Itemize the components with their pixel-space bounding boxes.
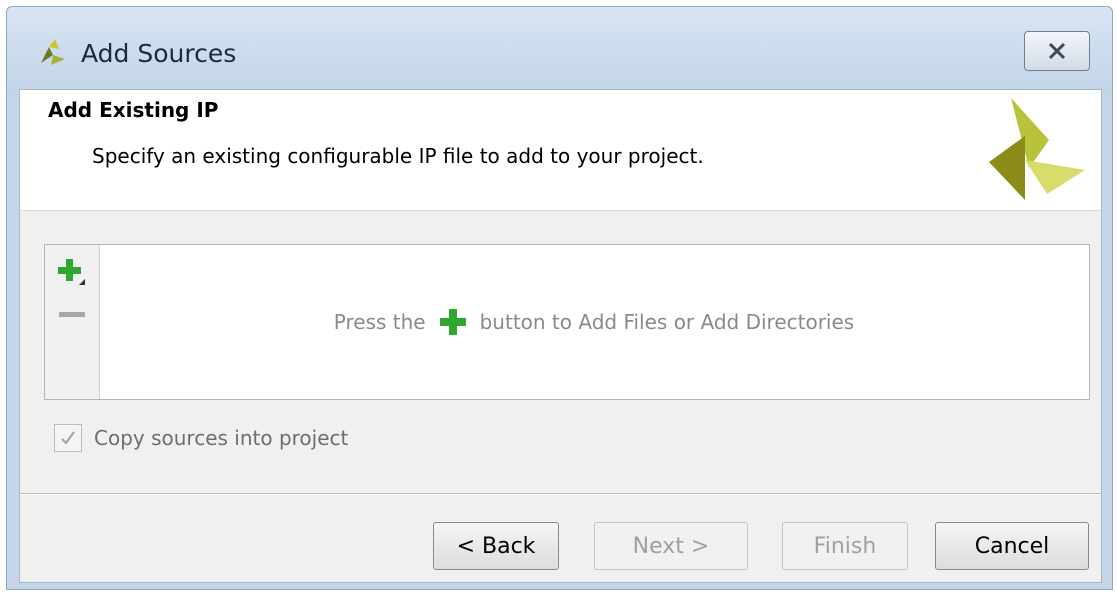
close-icon <box>1048 42 1066 60</box>
file-list-panel: Press the button to Add Files or Add Dir… <box>44 244 1090 400</box>
cancel-button[interactable]: Cancel <box>935 522 1089 570</box>
dialog-content: Add Existing IP Specify an existing conf… <box>19 89 1102 583</box>
title-bar: Add Sources <box>7 7 1112 95</box>
vivado-app-icon <box>41 39 65 65</box>
next-button[interactable]: Next > <box>594 522 748 570</box>
window-title: Add Sources <box>81 39 237 68</box>
finish-button[interactable]: Finish <box>782 522 908 570</box>
page-header: Add Existing IP Specify an existing conf… <box>20 90 1101 211</box>
copy-sources-label: Copy sources into project <box>94 426 349 450</box>
vivado-logo <box>989 98 1085 200</box>
copy-sources-checkbox[interactable] <box>54 424 82 452</box>
checkmark-icon <box>61 431 75 445</box>
close-button[interactable] <box>1024 31 1090 71</box>
plus-icon <box>439 309 466 335</box>
remove-files-button[interactable] <box>57 307 87 323</box>
page-description: Specify an existing configurable IP file… <box>92 144 704 168</box>
footer-separator <box>20 493 1101 495</box>
copy-sources-option[interactable]: Copy sources into project <box>54 424 348 452</box>
empty-list-message: Press the button to Add Files or Add Dir… <box>99 245 1089 399</box>
message-text-before: Press the <box>333 310 426 334</box>
add-files-button[interactable] <box>57 257 87 287</box>
back-button[interactable]: < Back <box>433 522 559 570</box>
message-text-after: button to Add Files or Add Directories <box>479 310 855 334</box>
file-toolbar <box>45 245 100 399</box>
page-title: Add Existing IP <box>48 98 219 122</box>
add-sources-dialog: Add Sources Add Existing IP Specify an e… <box>6 6 1113 590</box>
